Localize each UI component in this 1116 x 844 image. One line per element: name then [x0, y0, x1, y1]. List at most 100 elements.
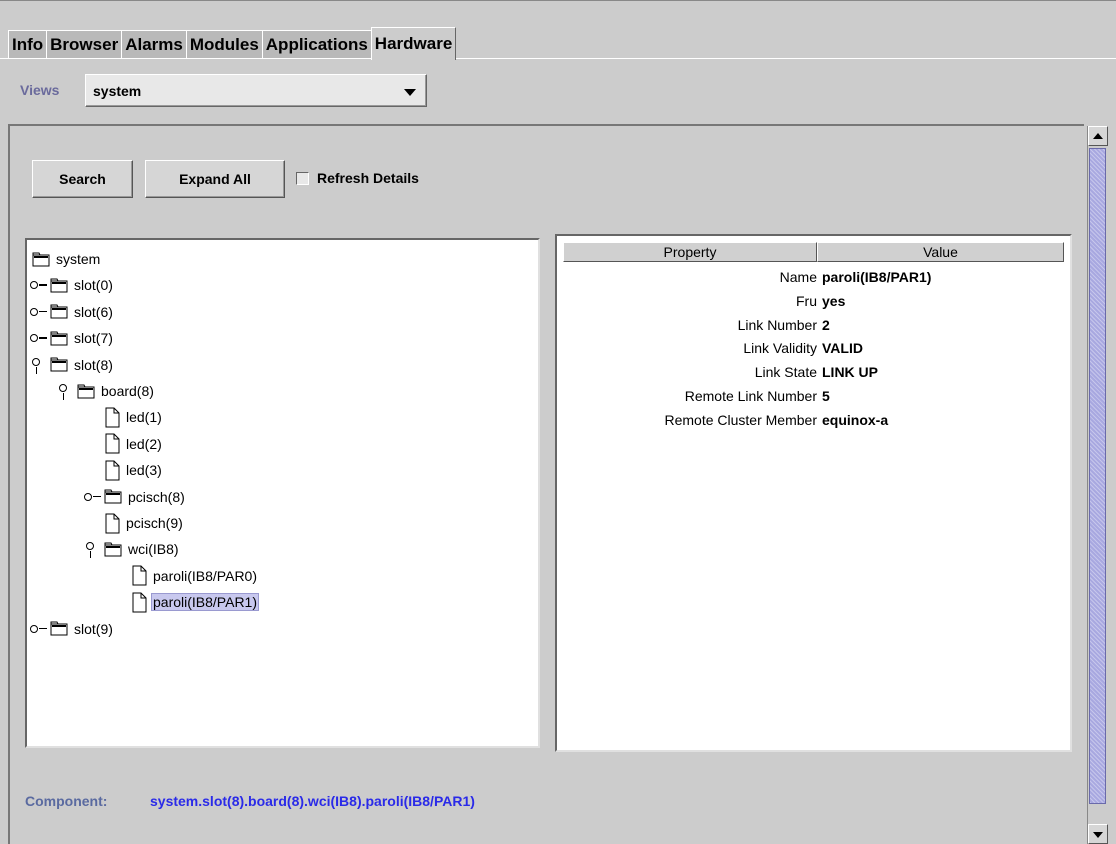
window-top-border [0, 0, 1116, 1]
property-row[interactable]: Link Number 2 [563, 315, 1064, 338]
folder-icon [77, 384, 95, 398]
vertical-scrollbar[interactable] [1087, 126, 1108, 844]
scrollbar-thumb[interactable] [1089, 148, 1106, 804]
tree-collapsed-handle-icon[interactable] [30, 303, 48, 321]
chevron-down-icon [404, 89, 416, 96]
tree-node-label: slot(7) [74, 330, 113, 347]
tree-node[interactable]: system [30, 247, 102, 271]
tree-node[interactable]: slot(9) [30, 617, 115, 641]
tree-node-label: led(2) [126, 435, 162, 452]
document-icon [132, 565, 147, 586]
property-row[interactable]: Remote Cluster Member equinox-a [563, 410, 1064, 433]
views-dropdown[interactable]: system [85, 74, 427, 107]
document-icon [132, 592, 147, 613]
tree-node-label: paroli(IB8/PAR0) [153, 567, 258, 584]
tree-node[interactable]: slot(6) [30, 300, 115, 324]
views-label: Views [20, 82, 60, 98]
tree-node-label: slot(8) [74, 356, 113, 373]
property-row[interactable]: Name paroli(IB8/PAR1) [563, 267, 1064, 290]
property-value: equinox-a [822, 411, 889, 428]
document-icon [105, 513, 120, 533]
property-value: 2 [822, 316, 830, 333]
property-row[interactable]: Link Validity VALID [563, 338, 1064, 361]
tree-node[interactable]: led(3) [84, 458, 164, 482]
tree-node[interactable]: slot(8) [30, 353, 115, 377]
tree-node-label: pcisch(8) [128, 488, 185, 505]
tree-node-label: board(8) [101, 383, 154, 399]
tree-node[interactable]: led(2) [84, 432, 164, 456]
tab-bar: Info Browser Alarms Modules Applications… [8, 25, 457, 60]
tree-node-label: led(3) [126, 462, 162, 479]
tree-collapsed-handle-icon[interactable] [30, 276, 48, 294]
tree-collapsed-handle-icon[interactable] [30, 620, 48, 638]
refresh-details-label: Refresh Details [317, 170, 419, 186]
property-value: paroli(IB8/PAR1) [822, 269, 932, 285]
tree-node-label: pcisch(9) [126, 515, 183, 531]
value-column-header[interactable]: Value [817, 242, 1064, 262]
component-path: system.slot(8).board(8).wci(IB8).paroli(… [150, 793, 475, 809]
property-name: Link Validity [743, 340, 817, 357]
property-name: Remote Link Number [684, 388, 817, 404]
tree-node[interactable]: slot(7) [30, 326, 115, 350]
folder-icon [32, 252, 50, 266]
property-name: Name [779, 269, 817, 285]
property-value: LINK UP [822, 364, 878, 381]
tab-divider [0, 58, 1116, 59]
property-row[interactable]: Remote Link Number 5 [563, 386, 1064, 409]
property-row[interactable]: Link State LINK UP [563, 362, 1064, 385]
tree-node[interactable]: slot(0) [30, 273, 115, 297]
tree-node[interactable]: wci(IB8) [84, 537, 181, 561]
component-label: Component: [25, 793, 108, 809]
search-button[interactable]: Search [32, 160, 133, 198]
tree-node-label: slot(9) [74, 620, 113, 637]
folder-icon [50, 331, 68, 346]
scroll-down-arrow-icon[interactable] [1088, 824, 1108, 844]
tree-node[interactable]: pcisch(8) [84, 485, 187, 509]
tree-node[interactable]: board(8) [57, 379, 156, 403]
property-name: Link Number [737, 316, 817, 333]
tab-alarms[interactable]: Alarms [121, 30, 187, 59]
tree-node-label: system [56, 251, 101, 267]
property-value: 5 [822, 388, 830, 404]
property-name: Remote Cluster Member [664, 411, 818, 428]
tree-expanded-handle-icon[interactable] [30, 356, 48, 374]
tree-node-label: wci(IB8) [128, 541, 179, 558]
refresh-details-checkbox[interactable] [296, 172, 309, 185]
tree-node[interactable]: paroli(IB8/PAR0) [111, 564, 259, 588]
tab-browser[interactable]: Browser [46, 30, 123, 59]
folder-icon [104, 489, 122, 504]
document-icon [105, 433, 120, 454]
tree-node[interactable]: paroli(IB8/PAR1) [111, 590, 260, 614]
expand-all-button[interactable]: Expand All [145, 160, 285, 198]
tree-node-label: led(1) [126, 409, 162, 426]
document-icon [105, 407, 120, 428]
document-icon [105, 460, 120, 481]
property-table: Property Value Name paroli(IB8/PAR1) Fru ye… [555, 234, 1072, 752]
tree-expanded-handle-icon[interactable] [84, 540, 102, 559]
property-name: Fru [796, 292, 817, 309]
folder-icon [50, 357, 68, 372]
folder-icon [50, 621, 68, 636]
folder-icon [104, 542, 122, 557]
tree-expanded-handle-icon[interactable] [57, 382, 75, 400]
tree-node-label: paroli(IB8/PAR1) [151, 593, 260, 612]
folder-icon [50, 278, 68, 293]
tab-info[interactable]: Info [8, 30, 48, 59]
views-dropdown-value: system [93, 83, 142, 99]
property-value: yes [822, 292, 846, 309]
tree-node-label: slot(6) [74, 303, 113, 320]
tab-hardware[interactable]: Hardware [370, 27, 457, 60]
scroll-up-arrow-icon[interactable] [1088, 126, 1108, 146]
tree-node[interactable]: pcisch(9) [84, 511, 185, 535]
property-column-header[interactable]: Property [563, 242, 817, 262]
property-table-header: Property Value [563, 242, 1064, 262]
tree-node[interactable]: led(1) [84, 405, 164, 429]
tree-collapsed-handle-icon[interactable] [84, 488, 102, 506]
property-row[interactable]: Fru yes [563, 291, 1064, 314]
tab-modules[interactable]: Modules [185, 30, 263, 59]
hardware-tree[interactable]: system slot(0) slot(6) slot(7) slot(8) board(… [25, 238, 540, 748]
property-name: Link State [754, 364, 817, 381]
tab-applications[interactable]: Applications [261, 30, 372, 59]
tree-collapsed-handle-icon[interactable] [30, 329, 48, 347]
tree-node-label: slot(0) [74, 277, 113, 294]
